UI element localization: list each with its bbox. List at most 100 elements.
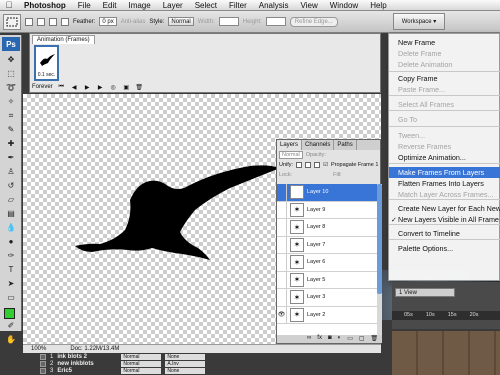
unify-position-icon[interactable] [296, 162, 303, 168]
slice-tool-icon[interactable]: ✎ [2, 123, 20, 136]
height-input[interactable] [265, 17, 286, 26]
animation-tab[interactable]: Animation (Frames) [32, 35, 95, 44]
style-select[interactable]: Normal [168, 17, 194, 26]
lasso-tool-icon[interactable]: ➰ [2, 81, 20, 94]
track-mode-select[interactable]: Normal [121, 367, 162, 374]
menu-item[interactable]: ✓ New Layers Visible in All Frame [389, 214, 500, 225]
track-mode-select[interactable]: Normal [121, 353, 162, 360]
brush-tool-icon[interactable]: ✒ [2, 151, 20, 164]
menu-view[interactable]: View [295, 1, 324, 10]
previous-frame-icon[interactable]: ◀ [70, 83, 79, 91]
link-layers-icon[interactable]: ∞ [307, 335, 311, 343]
visibility-eye-icon[interactable] [277, 184, 287, 201]
track-row[interactable]: 3 Eric5 Normal None [0, 367, 392, 374]
layers-scrollbar[interactable] [377, 184, 382, 336]
trash-icon[interactable]: 🗑 [371, 335, 379, 343]
layer-row[interactable]: ✶ Layer 7 [277, 236, 377, 254]
mask-icon[interactable]: ◙ [328, 335, 332, 343]
menu-item[interactable]: Palette Options... [389, 243, 500, 254]
layer-row[interactable]: ✶ Layer 10 [277, 184, 377, 202]
track-row[interactable]: 1 ink blots 2 Normal None [0, 353, 392, 360]
track-mode-select[interactable]: Normal [121, 360, 162, 367]
visibility-eye-icon[interactable] [277, 219, 287, 236]
marquee-tool-icon[interactable]: ⬚ [2, 67, 20, 80]
refine-edge-button[interactable]: Refine Edge... [289, 16, 338, 27]
shape-tool-icon[interactable]: ▭ [2, 291, 20, 304]
first-frame-icon[interactable]: ⏮ [57, 83, 66, 91]
adjustment-icon[interactable]: ◐ [338, 335, 342, 343]
eyedropper-icon[interactable]: ✐ [2, 319, 20, 332]
type-tool-icon[interactable]: T [2, 263, 20, 276]
move-tool-icon[interactable]: ✥ [2, 53, 20, 66]
loop-select[interactable]: Forever [32, 84, 53, 90]
foreground-color-swatch[interactable] [4, 308, 15, 319]
visibility-eye-icon[interactable]: 👁 [277, 306, 287, 323]
track-matte-select[interactable]: None [165, 367, 206, 374]
menu-item[interactable]: Flatten Frames Into Layers [389, 178, 500, 189]
track-matte-select[interactable]: A.Inv [165, 360, 206, 367]
blend-mode-select[interactable]: Normal [279, 151, 303, 159]
layer-row[interactable]: ✶ Layer 9 [277, 201, 377, 219]
track-row[interactable]: 2 new inkblots Normal A.Inv [0, 360, 392, 367]
photoshop-logo[interactable]: Ps [2, 37, 20, 51]
anti-alias-checkbox[interactable]: Anti-alias [121, 19, 146, 25]
layer-row[interactable]: ✶ Layer 5 [277, 271, 377, 289]
menu-image[interactable]: Image [122, 1, 156, 10]
next-frame-icon[interactable]: ▶ [96, 83, 105, 91]
clone-stamp-icon[interactable]: ♙ [2, 165, 20, 178]
visibility-eye-icon[interactable] [277, 236, 287, 253]
menu-edit[interactable]: Edit [97, 1, 123, 10]
new-selection-button[interactable] [25, 17, 33, 26]
layers-scroll-thumb[interactable] [377, 184, 382, 294]
menu-item[interactable]: Convert to Timeline [389, 228, 500, 239]
crop-tool-icon[interactable]: ⌗ [2, 109, 20, 122]
subtract-selection-button[interactable] [49, 17, 57, 26]
width-input[interactable] [218, 17, 239, 26]
frame-delay[interactable]: 0.1 sec. [36, 72, 57, 78]
timeline-tracks[interactable] [392, 331, 500, 375]
visibility-eye-icon[interactable] [277, 201, 287, 218]
menu-item[interactable]: New Frame [389, 37, 500, 48]
menu-help[interactable]: Help [364, 1, 392, 10]
unify-style-icon[interactable] [314, 162, 321, 168]
feather-input[interactable]: 0 px [99, 17, 117, 26]
add-selection-button[interactable] [37, 17, 45, 26]
menu-file[interactable]: File [72, 1, 97, 10]
track-visibility-icon[interactable] [40, 360, 46, 367]
blur-tool-icon[interactable]: 💧 [2, 221, 20, 234]
menu-analysis[interactable]: Analysis [253, 1, 295, 10]
menu-layer[interactable]: Layer [157, 1, 189, 10]
visibility-eye-icon[interactable] [277, 289, 287, 306]
menu-item[interactable]: Create New Layer for Each New [389, 203, 500, 214]
hand-tool-icon[interactable]: ✋ [2, 333, 20, 346]
zoom-level[interactable]: 100% [31, 346, 46, 352]
visibility-eye-icon[interactable] [277, 271, 287, 288]
menu-window[interactable]: Window [324, 1, 364, 10]
intersect-selection-button[interactable] [61, 17, 69, 26]
menu-item[interactable]: Copy Frame [389, 73, 500, 84]
apple-icon[interactable]:  [0, 0, 18, 10]
unify-visibility-icon[interactable] [305, 162, 312, 168]
eraser-tool-icon[interactable]: ▱ [2, 193, 20, 206]
layer-row[interactable]: ✶ Layer 3 [277, 289, 377, 307]
tab-paths[interactable]: Paths [334, 140, 357, 150]
track-visibility-icon[interactable] [40, 353, 46, 360]
gradient-tool-icon[interactable]: ▤ [2, 207, 20, 220]
menu-photoshop[interactable]: Photoshop [18, 1, 72, 10]
new-layer-icon[interactable]: ▢ [359, 335, 365, 343]
layer-row[interactable]: 👁 ✶ Layer 2 [277, 306, 377, 324]
path-select-icon[interactable]: ➤ [2, 277, 20, 290]
pen-tool-icon[interactable]: ✑ [2, 249, 20, 262]
new-group-icon[interactable]: ▭ [347, 335, 353, 343]
track-visibility-icon[interactable] [40, 367, 46, 374]
delete-frame-icon[interactable]: 🗑 [135, 83, 144, 91]
frame-1[interactable]: 0.1 sec. [34, 45, 59, 81]
menu-select[interactable]: Select [189, 1, 223, 10]
layer-row[interactable]: ✶ Layer 6 [277, 254, 377, 272]
tab-channels[interactable]: Channels [302, 140, 335, 150]
menu-item[interactable]: Make Frames From Layers [389, 167, 500, 178]
tab-layers[interactable]: Layers [277, 140, 303, 150]
tween-icon[interactable]: ◎ [109, 83, 118, 91]
play-icon[interactable]: ▶ [83, 83, 92, 91]
view-selector[interactable]: 1 View [395, 288, 455, 297]
